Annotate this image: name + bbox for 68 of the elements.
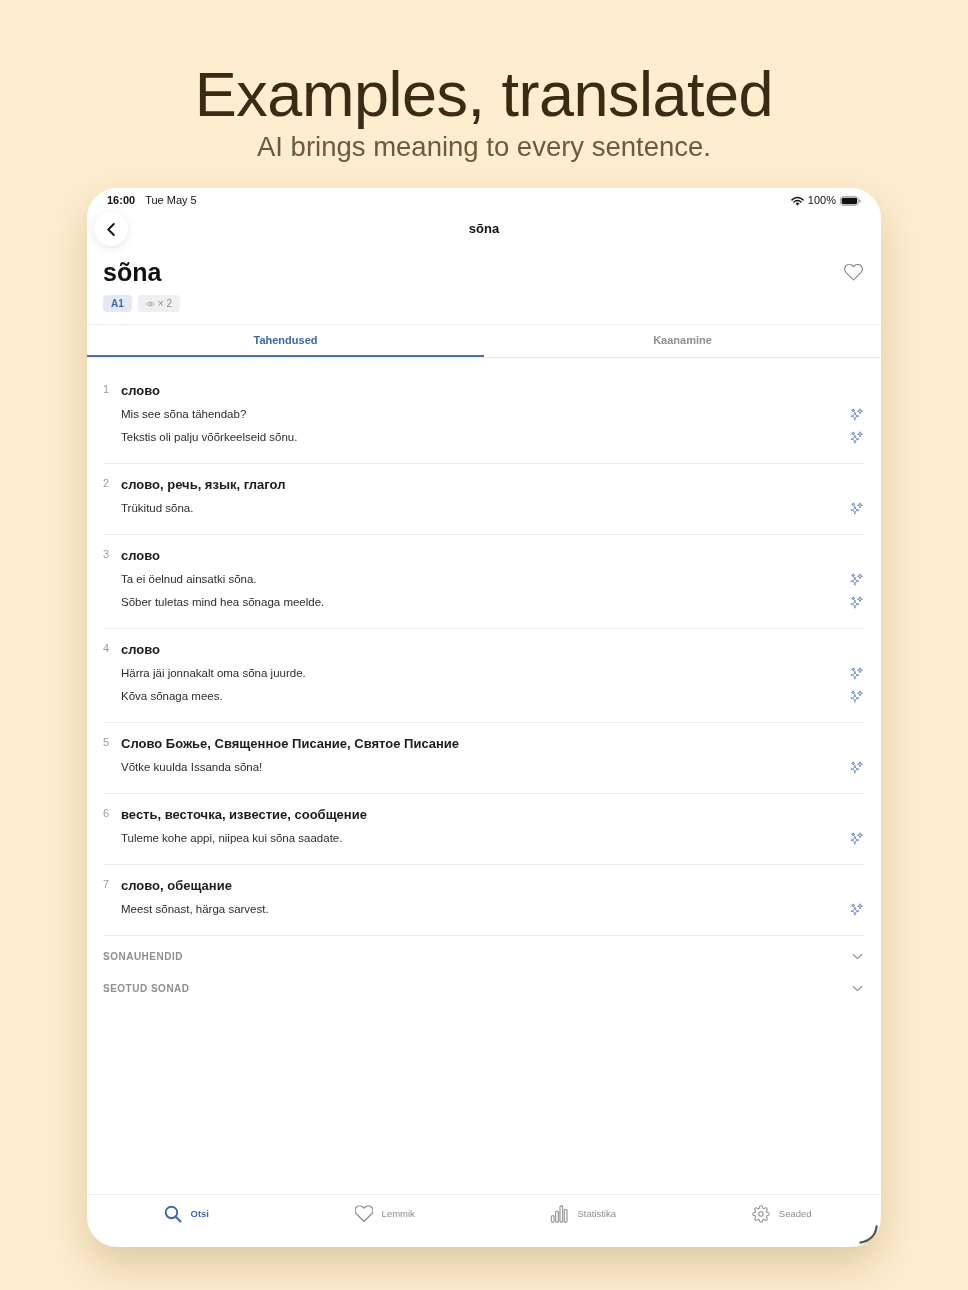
example-sentence: Härra jäi jonnakalt oma sõna juurde. bbox=[121, 665, 306, 681]
meaning-number: 4 bbox=[103, 641, 111, 656]
example-sentence: Trükitud sõna. bbox=[121, 500, 194, 516]
views-count: × 2 bbox=[157, 297, 172, 311]
section-header[interactable]: SEOTUD SONAD bbox=[103, 972, 865, 1004]
subtitle: AI brings meaning to every sentence. bbox=[257, 132, 711, 162]
search-icon bbox=[163, 1205, 182, 1223]
example-sentence: Sõber tuletas mind hea sõnaga meelde. bbox=[121, 594, 325, 610]
meaning-number: 6 bbox=[103, 806, 111, 821]
tab-bar-label: Otsi bbox=[190, 1206, 209, 1221]
meaning-number: 5 bbox=[103, 735, 111, 750]
sparkle-icon[interactable] bbox=[850, 832, 863, 845]
translation-heading: слово bbox=[121, 382, 162, 400]
meaning-number: 2 bbox=[103, 476, 111, 491]
back-icon bbox=[107, 222, 115, 236]
sparkle-icon[interactable] bbox=[850, 690, 863, 703]
tab-bar-item[interactable]: Otsi bbox=[87, 1195, 286, 1233]
tab-bar-label: Lemmik bbox=[381, 1206, 415, 1221]
sparkle-icon[interactable] bbox=[850, 502, 863, 515]
headline: Examples, translated bbox=[194, 58, 774, 131]
tab[interactable]: Kaanamine bbox=[484, 325, 881, 357]
translation-heading: Слово Божье, Священное Писание, Святое Писание bbox=[121, 735, 461, 753]
meaning-number: 1 bbox=[103, 382, 111, 397]
translation-heading: слово, речь, язык, глагол bbox=[121, 476, 287, 494]
translation-heading: слово, обещание bbox=[121, 877, 233, 895]
battery-percent: 100% bbox=[807, 193, 836, 209]
sparkle-icon[interactable] bbox=[850, 596, 863, 609]
translation-heading: слово bbox=[121, 547, 162, 565]
sparkle-icon[interactable] bbox=[850, 408, 863, 421]
section-label: SONAUHENDID bbox=[103, 949, 183, 964]
tab-bar-item[interactable]: Statistika bbox=[484, 1195, 683, 1233]
word-title: sõna bbox=[103, 257, 162, 288]
back-button[interactable] bbox=[94, 212, 128, 246]
meaning-number: 3 bbox=[103, 547, 111, 562]
example-sentence: Tuleme kohe appi, niipea kui sõna saadate. bbox=[121, 830, 343, 846]
bar-chart-icon bbox=[550, 1205, 569, 1223]
sparkle-icon[interactable] bbox=[850, 573, 863, 586]
translation-heading: весть, весточка, известие, сообщение bbox=[121, 806, 368, 824]
translation-heading: слово bbox=[121, 641, 162, 659]
heart-icon bbox=[354, 1205, 373, 1223]
level-badge: A1 bbox=[103, 295, 132, 312]
sparkle-icon[interactable] bbox=[850, 431, 863, 444]
status-time: 16:00 bbox=[107, 193, 136, 209]
example-sentence: Võtke kuulda Issanda sõna! bbox=[121, 759, 263, 775]
tab-bar-item[interactable]: Lemmik bbox=[285, 1195, 484, 1233]
example-sentence: Kõva sõnaga mees. bbox=[121, 688, 223, 704]
example-sentence: Mis see sõna tähendab? bbox=[121, 406, 247, 422]
section-header[interactable]: SONAUHENDID bbox=[103, 940, 865, 972]
meaning-number: 7 bbox=[103, 877, 111, 892]
corner-arc-icon bbox=[859, 1225, 878, 1244]
tab[interactable]: Tahendused bbox=[87, 325, 484, 357]
wifi-icon bbox=[790, 195, 804, 206]
heart-icon[interactable] bbox=[844, 263, 863, 281]
sparkle-icon[interactable] bbox=[850, 667, 863, 680]
example-sentence: Tekstis oli palju võõrkeelseid sõnu. bbox=[121, 429, 298, 445]
section-label: SEOTUD SONAD bbox=[103, 981, 190, 996]
battery-icon bbox=[840, 195, 861, 206]
nav-title: sõna bbox=[468, 220, 500, 239]
eye-icon bbox=[145, 300, 155, 307]
tab-bar-label: Seaded bbox=[778, 1206, 812, 1221]
tab-bar-item[interactable]: Seaded bbox=[682, 1195, 881, 1233]
sparkle-icon[interactable] bbox=[850, 761, 863, 774]
example-sentence: Ta ei öelnud ainsatki sõna. bbox=[121, 571, 257, 587]
sparkle-icon[interactable] bbox=[850, 903, 863, 916]
status-date: Tue May 5 bbox=[145, 193, 197, 209]
example-sentence: Meest sõnast, härga sarvest. bbox=[121, 901, 269, 917]
gear-icon bbox=[751, 1205, 770, 1223]
tab-bar-label: Statistika bbox=[577, 1206, 616, 1221]
